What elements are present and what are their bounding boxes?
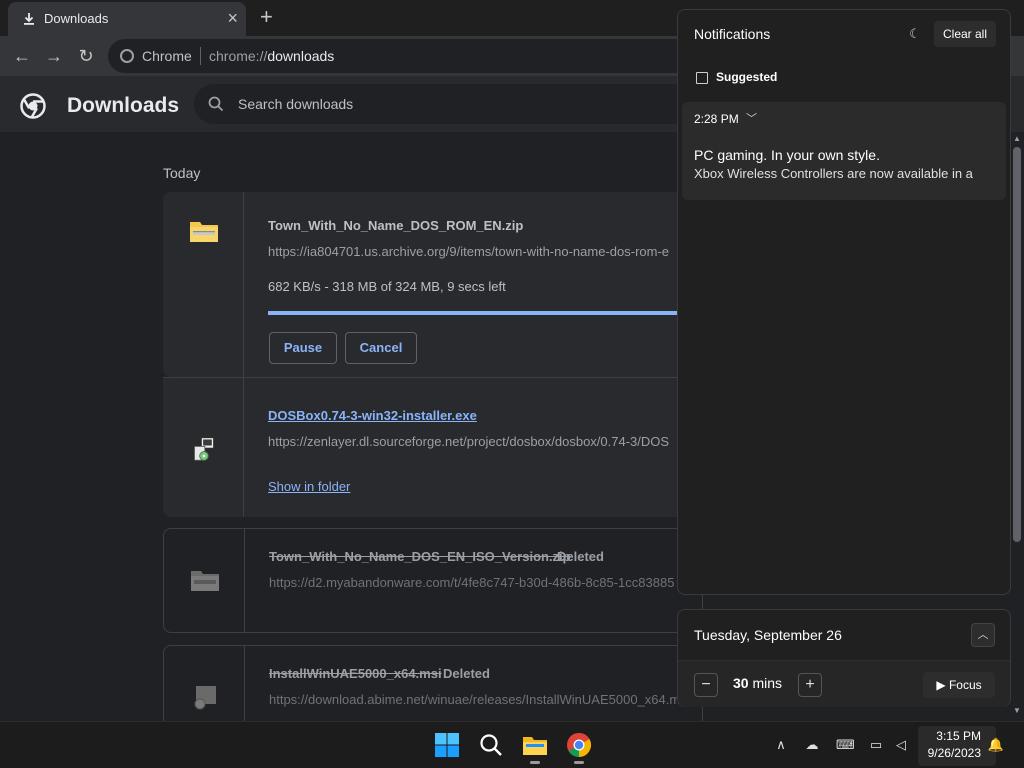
focus-unit: mins (752, 675, 783, 691)
file-icon-column (163, 378, 244, 517)
scroll-down-icon[interactable]: ▼ (1013, 706, 1021, 715)
deleted-tag: Deleted (557, 549, 604, 564)
search-icon (208, 96, 224, 112)
network-icon[interactable]: ▭ (867, 736, 885, 754)
download-progress-bar (268, 311, 688, 315)
focus-increase-button[interactable]: + (798, 673, 822, 697)
tab-downloads[interactable]: Downloads × (8, 2, 246, 36)
suggested-app-icon (696, 72, 708, 84)
file-icon-column (164, 529, 245, 632)
section-heading-today: Today (163, 165, 201, 181)
focus-button-label: Focus (948, 678, 982, 692)
download-url[interactable]: https://zenlayer.dl.sourceforge.net/proj… (268, 434, 669, 449)
back-icon[interactable]: ← (10, 44, 34, 68)
download-url[interactable]: https://ia804701.us.archive.org/9/items/… (268, 244, 669, 259)
tab-title: Downloads (44, 11, 109, 26)
search-box[interactable] (194, 84, 754, 124)
notifications-title: Notifications (694, 26, 771, 42)
download-filename: Town_With_No_Name_DOS_ROM_EN.zip (268, 218, 524, 233)
volume-muted-icon[interactable]: ◁ (892, 736, 910, 754)
clear-all-button[interactable]: Clear all (934, 21, 996, 47)
omnibox-url[interactable]: chrome://downloads (209, 48, 334, 64)
focus-row: − 30 mins + ▶ Focus (678, 661, 1010, 707)
cancel-button[interactable]: Cancel (345, 332, 417, 364)
zip-folder-icon (190, 222, 218, 242)
onedrive-cloud-icon[interactable]: ☁ (803, 736, 821, 754)
download-status: 682 KB/s - 318 MB of 324 MB, 9 secs left (268, 279, 506, 294)
running-indicator (574, 761, 584, 764)
notification-bell-icon[interactable]: 🔔 (987, 736, 1005, 754)
clock-time: 3:15 PM (936, 729, 981, 743)
download-filename-link[interactable]: DOSBox0.74-3-win32-installer.exe (268, 408, 477, 423)
show-in-folder-link[interactable]: Show in folder (268, 479, 350, 494)
focus-button[interactable]: ▶ Focus (923, 672, 995, 698)
address-bar[interactable]: Chrome chrome://downloads (108, 39, 708, 73)
search-input[interactable] (238, 94, 638, 114)
url-prefix: chrome:// (209, 48, 268, 64)
focus-decrease-button[interactable]: − (694, 673, 718, 697)
scroll-up-icon[interactable]: ▲ (1013, 134, 1021, 143)
msi-installer-icon (194, 686, 216, 710)
download-item: Town_With_No_Name_DOS_ROM_EN.zip https:/… (163, 192, 703, 377)
start-windows-icon[interactable] (434, 732, 460, 758)
deleted-tag: Deleted (443, 666, 490, 681)
chrome-site-icon (120, 49, 134, 63)
notification-center: Notifications ☾ Clear all Suggested 2:28… (677, 9, 1011, 595)
page-title: Downloads (67, 94, 180, 117)
new-tab-icon[interactable]: + (260, 6, 273, 28)
download-item: DOSBox0.74-3-win32-installer.exe https:/… (163, 377, 703, 517)
taskbar: ∧ ☁ ⌨ ▭ ◁ 3:15 PM 9/26/2023 🔔 (0, 721, 1024, 768)
focus-value: 30 (733, 675, 749, 691)
download-item-deleted: InstallWinUAE5000_x64.msi Deleted https:… (163, 645, 703, 721)
download-url: https://d2.myabandonware.com/t/4fe8c747-… (269, 575, 675, 590)
collapse-calendar-icon[interactable]: ︿ (971, 623, 995, 647)
url-host: downloads (267, 48, 335, 64)
download-filename: InstallWinUAE5000_x64.msi (269, 666, 442, 681)
download-filename: Town_With_No_Name_DOS_EN_ISO_Version.zip (269, 549, 571, 564)
show-hidden-icons-chevron-icon[interactable]: ∧ (772, 736, 790, 754)
calendar-date: Tuesday, September 26 (694, 627, 842, 643)
notification-title: PC gaming. In your own style. (694, 147, 880, 163)
suggested-group-label: Suggested (716, 70, 778, 84)
notification-card[interactable]: 2:28 PM ﹀ PC gaming. In your own style. … (682, 102, 1006, 200)
scrollbar-thumb[interactable] (1013, 147, 1021, 542)
search-icon[interactable] (478, 732, 504, 758)
clock[interactable]: 3:15 PM 9/26/2023 (918, 726, 996, 766)
notification-time: 2:28 PM (694, 112, 739, 126)
chevron-down-icon[interactable]: ﹀ (746, 110, 757, 126)
download-progress-fill (268, 311, 680, 315)
download-icon (24, 13, 34, 25)
chrome-logo-icon (20, 93, 46, 119)
chrome-icon[interactable] (566, 732, 592, 758)
omnibox-chip: Chrome (142, 48, 192, 64)
reload-icon[interactable]: ↻ (74, 44, 98, 68)
play-icon: ▶ (936, 678, 946, 692)
do-not-disturb-icon[interactable]: ☾ (903, 22, 927, 46)
installer-icon (194, 437, 214, 461)
download-item-deleted: Town_With_No_Name_DOS_EN_ISO_Version.zip… (163, 528, 703, 633)
file-icon-column (163, 192, 244, 377)
page-scrollbar[interactable]: ▲ ▼ (1010, 132, 1024, 721)
keyboard-icon[interactable]: ⌨ (836, 736, 855, 754)
notification-body: Xbox Wireless Controllers are now availa… (694, 166, 973, 181)
file-explorer-icon[interactable] (522, 732, 548, 758)
pause-button[interactable]: Pause (269, 332, 337, 364)
calendar-focus-panel: Tuesday, September 26 ︿ − 30 mins + ▶ Fo… (677, 609, 1011, 707)
omnibox-separator (200, 47, 201, 65)
focus-duration: 30 mins (733, 675, 782, 691)
download-url: https://download.abime.net/winuae/releas… (269, 692, 681, 707)
clock-date: 9/26/2023 (927, 746, 981, 760)
running-indicator (530, 761, 540, 764)
zip-folder-icon (191, 571, 219, 591)
forward-icon[interactable]: → (42, 44, 66, 68)
file-icon-column (164, 646, 245, 721)
tab-close-icon[interactable]: × (227, 9, 238, 27)
